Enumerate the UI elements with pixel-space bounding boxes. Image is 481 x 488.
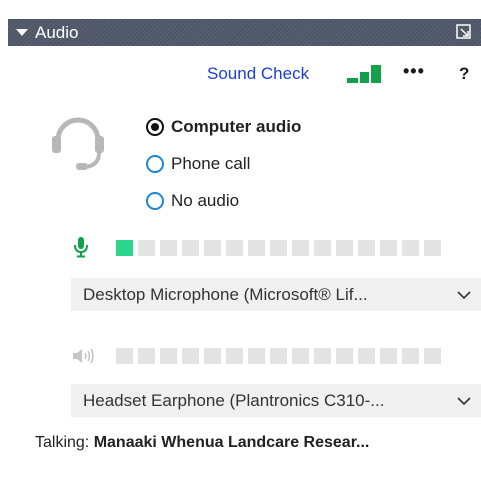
talking-name: Manaaki Whenua Landcare Resear...: [93, 434, 370, 451]
microphone-select-value: Desktop Microphone (Microsoft® Lif...: [83, 284, 368, 304]
more-options-button[interactable]: •••: [403, 61, 425, 82]
radio-indicator[interactable]: [146, 155, 164, 173]
speaker-select-value: Headset Earphone (Plantronics C310-...: [83, 390, 385, 410]
chevron-down-icon[interactable]: [457, 290, 471, 300]
sound-check-link[interactable]: Sound Check: [207, 64, 309, 84]
radio-label: Phone call: [171, 154, 251, 173]
microphone-icon: [74, 237, 88, 258]
talking-indicator: Talking: Manaaki Whenua Landcare Resear.…: [35, 434, 369, 452]
radio-computer-audio[interactable]: Computer audio: [146, 117, 301, 137]
microphone-select[interactable]: Desktop Microphone (Microsoft® Lif...: [71, 278, 481, 311]
panel-title: Audio: [35, 22, 79, 42]
radio-indicator[interactable]: [146, 192, 164, 210]
popout-icon[interactable]: [456, 24, 471, 39]
speaker-select[interactable]: Headset Earphone (Plantronics C310-...: [71, 384, 481, 417]
microphone-level-meter: [116, 240, 446, 256]
radio-label: No audio: [171, 191, 240, 210]
caret-down-icon[interactable]: [16, 29, 28, 36]
speaker-level-meter: [116, 348, 446, 364]
audio-panel: Audio Sound Check ••• ? Computer audio P…: [0, 0, 481, 488]
headset-icon: [52, 117, 104, 170]
talking-label: Talking:: [35, 434, 90, 451]
radio-selected-indicator[interactable]: [146, 118, 164, 136]
radio-label: Computer audio: [171, 117, 302, 136]
radio-phone-call[interactable]: Phone call: [146, 154, 250, 174]
speaker-icon: [73, 349, 94, 363]
signal-bars-icon: [347, 64, 387, 83]
help-button[interactable]: ?: [459, 64, 469, 84]
chevron-down-icon[interactable]: [457, 396, 471, 406]
audio-panel-header[interactable]: Audio: [8, 19, 481, 46]
radio-no-audio[interactable]: No audio: [146, 191, 239, 211]
